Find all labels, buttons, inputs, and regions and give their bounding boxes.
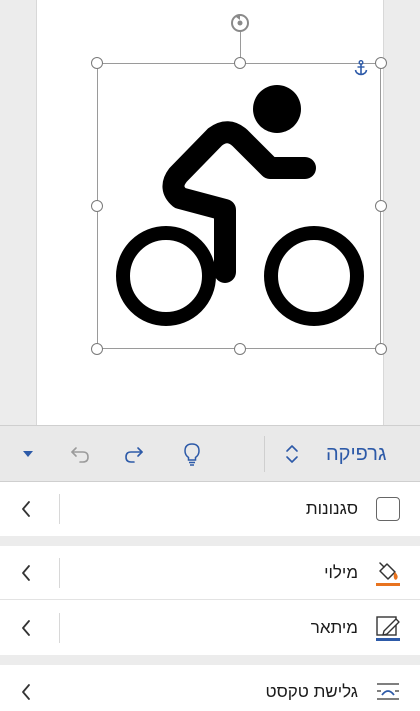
chevron-left-icon: [22, 620, 30, 636]
toolbar-separator: [264, 436, 265, 472]
expand-collapse-icon: [286, 445, 298, 463]
text-wrap-icon: [377, 683, 399, 700]
row-separator: [59, 558, 60, 588]
outline-row[interactable]: מיתאר: [0, 601, 420, 655]
styles-label: סגנונות: [305, 499, 358, 518]
fill-label: מילוי: [324, 563, 358, 582]
fill-row[interactable]: מילוי: [0, 546, 420, 600]
toolbar-dropdown-button[interactable]: [10, 426, 46, 482]
resize-handle-bottom-left[interactable]: [91, 343, 103, 355]
chevron-left-icon: [22, 684, 30, 700]
resize-handle-top-left[interactable]: [91, 57, 103, 69]
fill-outline-section: מילוי מיתאר: [0, 546, 420, 655]
row-separator: [59, 494, 60, 524]
dropdown-arrow-icon: [23, 451, 33, 457]
expand-collapse-button[interactable]: [275, 426, 309, 482]
undo-icon: [71, 447, 89, 463]
undo-button[interactable]: [62, 426, 98, 482]
redo-icon: [125, 447, 143, 463]
chevron-left-icon: [22, 565, 30, 581]
rotate-handle-icon[interactable]: [226, 8, 254, 36]
fill-bucket-icon: [376, 562, 400, 586]
text-wrap-label: גלישת טקסט: [265, 682, 358, 701]
styles-checkbox[interactable]: [376, 497, 400, 521]
ribbon-tab-title[interactable]: גרפיקה: [326, 426, 386, 482]
lightbulb-icon: [184, 443, 200, 466]
resize-handle-top[interactable]: [234, 57, 246, 69]
ribbon-toolbar: גרפיקה: [0, 425, 420, 482]
outline-label: מיתאר: [310, 618, 358, 637]
styles-row[interactable]: סגנונות: [0, 482, 420, 536]
row-divider: [0, 599, 420, 600]
pencil-outline-icon: [376, 616, 400, 641]
resize-handle-left[interactable]: [91, 200, 103, 212]
row-separator: [59, 613, 60, 643]
styles-section: סגנונות: [0, 482, 420, 536]
text-wrap-row[interactable]: גלישת טקסט: [0, 665, 420, 711]
resize-handle-bottom[interactable]: [234, 343, 246, 355]
document-canvas: [0, 0, 420, 425]
chevron-left-icon: [22, 501, 30, 517]
tell-me-button[interactable]: [174, 426, 210, 482]
anchor-icon: [354, 60, 368, 76]
resize-handle-top-right[interactable]: [375, 57, 387, 69]
text-wrap-section: גלישת טקסט: [0, 665, 420, 711]
redo-button[interactable]: [116, 426, 152, 482]
cyclist-icon[interactable]: [110, 80, 370, 342]
resize-handle-right[interactable]: [375, 200, 387, 212]
resize-handle-bottom-right[interactable]: [375, 343, 387, 355]
